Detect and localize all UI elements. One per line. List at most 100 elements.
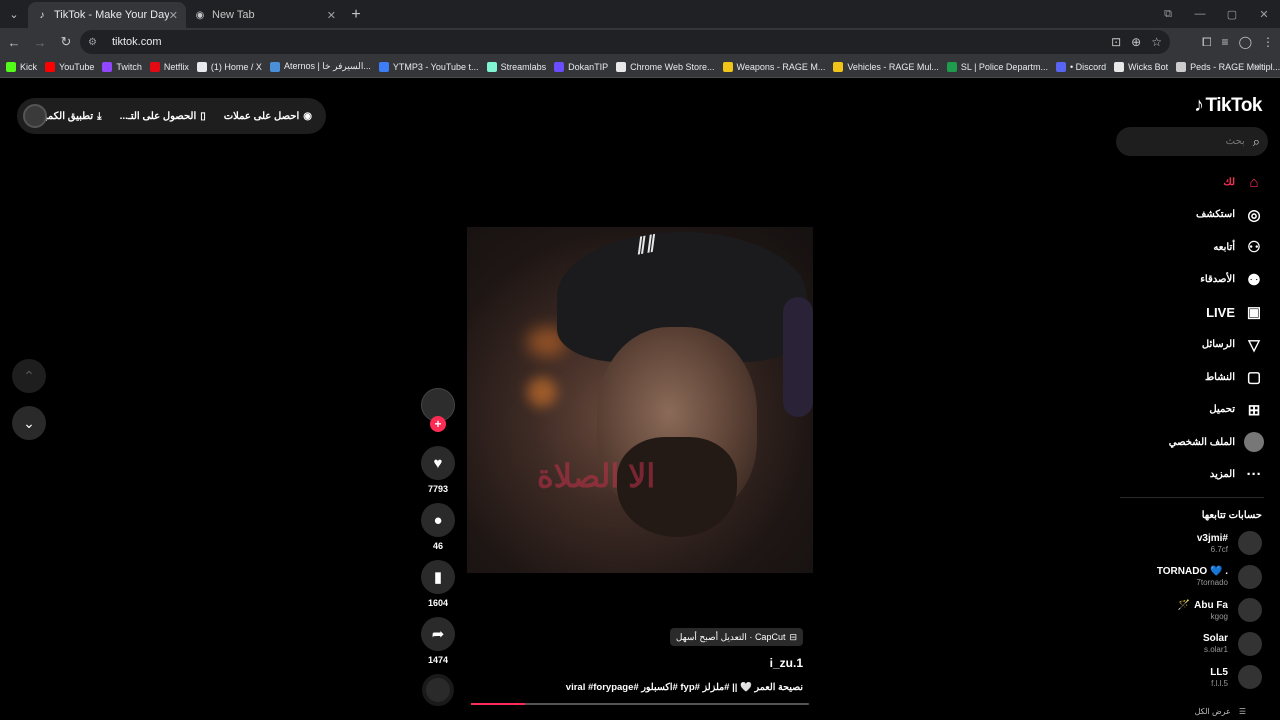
- bookmark-item[interactable]: Kick: [6, 61, 37, 72]
- share-button[interactable]: ➦ 1474: [419, 617, 457, 665]
- save-button[interactable]: ▮ 1604: [419, 560, 457, 608]
- bookmark-label: Twitch: [116, 61, 142, 72]
- bookmark-favicon-icon: [1114, 61, 1125, 72]
- bookmark-item[interactable]: • Discord: [1055, 61, 1106, 72]
- following-account[interactable]: 🪄 Abu Fa kgog: [1132, 595, 1262, 625]
- bookmark-item[interactable]: Chrome Web Store...: [616, 61, 715, 72]
- address-bar[interactable]: ⚙ tiktok.com ⊡ ⊕ ☆: [80, 30, 1170, 54]
- following-account[interactable]: TORNADO 💙 . 7tornado: [1132, 562, 1262, 592]
- comment-icon: ●: [421, 503, 455, 537]
- install-app-icon[interactable]: ⊡: [1111, 35, 1121, 49]
- next-video-button[interactable]: ⌄: [12, 406, 46, 440]
- bookmark-label: DokanTIP: [568, 61, 609, 72]
- following-account[interactable]: Solar s.olar1: [1132, 629, 1262, 659]
- maximize-button[interactable]: ▢: [1216, 8, 1248, 21]
- bookmark-item[interactable]: SL | Police Departm...: [946, 61, 1048, 72]
- sidebar-item-compass[interactable]: استكشف ◎: [1124, 199, 1264, 232]
- video-player[interactable]: ⫽⫽ الا الصلاة: [467, 227, 813, 573]
- following-account[interactable]: LL5 f.l.l.5: [1132, 662, 1262, 692]
- sidebar-item-home[interactable]: لك ⌂: [1124, 166, 1264, 199]
- account-name: TORNADO 💙 .: [1153, 566, 1228, 577]
- video-overlay-text: الا الصلاة: [537, 458, 656, 494]
- like-count: 7793: [427, 484, 449, 494]
- site-info-icon[interactable]: ⚙: [88, 37, 102, 48]
- more-bookmarks-icon[interactable]: »: [1254, 61, 1260, 73]
- search-input[interactable]: بحث ⌕: [1116, 127, 1268, 156]
- avatar: [1238, 564, 1262, 589]
- window-controls: ⧉ — ▢ ✕: [1152, 0, 1280, 28]
- bookmark-item[interactable]: Streamlabs: [486, 61, 546, 72]
- video-progress-bar[interactable]: [471, 703, 809, 705]
- chevron-down-icon: ⌄: [23, 414, 35, 431]
- capcut-badge[interactable]: ⊟ CapCut · التعديل أصبح أسهل: [669, 628, 803, 646]
- tiktok-logo[interactable]: ♪ TikTok: [1194, 94, 1262, 117]
- sidebar-item-upload[interactable]: تحميل ⊞: [1124, 394, 1264, 427]
- close-tab-icon[interactable]: ✕: [169, 9, 178, 22]
- bookmark-item[interactable]: Wicks Bot: [1114, 61, 1168, 72]
- follow-plus-icon[interactable]: +: [430, 416, 446, 432]
- avatar: [1238, 531, 1262, 555]
- bookmark-item[interactable]: Netflix: [149, 61, 189, 72]
- forward-icon[interactable]: →: [28, 30, 52, 54]
- get-coins-button[interactable]: ◉ احصل على عملات: [224, 111, 312, 122]
- reload-icon[interactable]: ↻: [54, 30, 78, 54]
- get-coins-label: احصل على عملات: [223, 110, 300, 122]
- tab-tiktok[interactable]: ♪ TikTok - Make Your Day ✕: [28, 2, 186, 28]
- account-prefix: 🪄: [1177, 599, 1191, 611]
- sidebar-item-more[interactable]: المزيد ···: [1124, 459, 1264, 492]
- bookmark-star-icon[interactable]: ☆: [1151, 35, 1162, 49]
- sidebar-item-profile[interactable]: الملف الشخصي: [1124, 426, 1264, 459]
- bookmark-item[interactable]: Aternos | السيرفر خا...: [269, 61, 371, 72]
- top-actions-pill: ◉ احصل على عملات ▯ الحصول على التـ... ⤓ …: [17, 98, 326, 134]
- sidebar-item-following[interactable]: أتابعه ⚇: [1124, 231, 1264, 264]
- sidebar-item-label: لك: [1223, 176, 1235, 188]
- get-app-button[interactable]: ▯ الحصول على التـ...: [120, 111, 206, 122]
- new-tab-button[interactable]: +: [344, 2, 368, 28]
- bookmark-item[interactable]: YTMP3 - YouTube t...: [378, 61, 479, 72]
- previous-video-button[interactable]: ⌃: [12, 359, 46, 393]
- like-button[interactable]: ♥ 7793: [419, 446, 457, 494]
- video-username[interactable]: i_zu.1: [770, 656, 803, 670]
- bookmark-item[interactable]: Twitch: [102, 61, 142, 72]
- account-name: v3jmi#: [1193, 533, 1228, 544]
- bookmark-item[interactable]: YouTube: [45, 61, 94, 72]
- sidebar-item-live[interactable]: LIVE ▣: [1124, 296, 1264, 329]
- bookmark-item[interactable]: Peds - RAGE Multipl...: [1176, 61, 1280, 72]
- extensions-tab-icon[interactable]: ⧉: [1152, 8, 1184, 21]
- bookmark-favicon-icon: [486, 61, 497, 72]
- account-names: v3jmi# 6.7cf: [1193, 533, 1228, 554]
- tab-new-tab[interactable]: ◉ New Tab ✕: [186, 2, 344, 28]
- sidebar-item-friends[interactable]: الأصدقاء ⚉: [1124, 264, 1264, 297]
- minimize-button[interactable]: —: [1184, 8, 1216, 20]
- back-icon[interactable]: ←: [2, 30, 26, 54]
- zoom-icon[interactable]: ⊕: [1131, 35, 1141, 49]
- bookmark-item[interactable]: Weapons - RAGE M...: [722, 61, 825, 72]
- close-tab-icon[interactable]: ✕: [327, 9, 336, 22]
- sidebar-item-activity[interactable]: النشاط ▢: [1124, 361, 1264, 394]
- music-disc[interactable]: [422, 674, 454, 706]
- account-handle: 7tornado: [1196, 578, 1228, 587]
- comment-button[interactable]: ● 46: [419, 503, 457, 551]
- user-avatar[interactable]: [23, 104, 47, 128]
- account-names: 🪄 Abu Fa kgog: [1178, 600, 1228, 621]
- search-icon[interactable]: ⌕: [1253, 134, 1260, 150]
- bookmark-item[interactable]: (1) Home / X: [196, 61, 262, 72]
- bookmark-favicon-icon: [269, 61, 280, 72]
- see-all-link[interactable]: عرض الكل ☰: [1195, 707, 1246, 716]
- get-app-label: الحصول على التـ...: [119, 110, 197, 122]
- media-control-icon[interactable]: ≡: [1222, 35, 1229, 49]
- browser-toolbar: ← → ↻ ⚙ tiktok.com ⊡ ⊕ ☆ ⧠ ≡ ◯ ⋮: [0, 28, 1280, 56]
- activity-icon: ▢: [1246, 369, 1262, 387]
- menu-icon[interactable]: ⋮: [1262, 35, 1274, 49]
- bookmark-item[interactable]: DokanTIP: [554, 61, 609, 72]
- profile-avatar: [1244, 432, 1264, 453]
- close-window-button[interactable]: ✕: [1248, 8, 1280, 21]
- sidebar-item-messages[interactable]: الرسائل ▽: [1124, 329, 1264, 362]
- tab-search-button[interactable]: ⌄: [0, 0, 28, 28]
- profile-icon[interactable]: ◯: [1239, 35, 1252, 49]
- extensions-icon[interactable]: ⧠: [1202, 35, 1212, 50]
- bookmark-favicon-icon: [1055, 61, 1066, 72]
- bookmark-item[interactable]: Vehicles - RAGE Mul...: [833, 61, 939, 72]
- sidebar-nav: لك ⌂ استكشف ◎ أتابعه ⚇ الأصدقاء ⚉ LIVE ▣ الرسائل ▽ ا…: [1124, 166, 1264, 491]
- following-account[interactable]: v3jmi# 6.7cf: [1132, 528, 1262, 558]
